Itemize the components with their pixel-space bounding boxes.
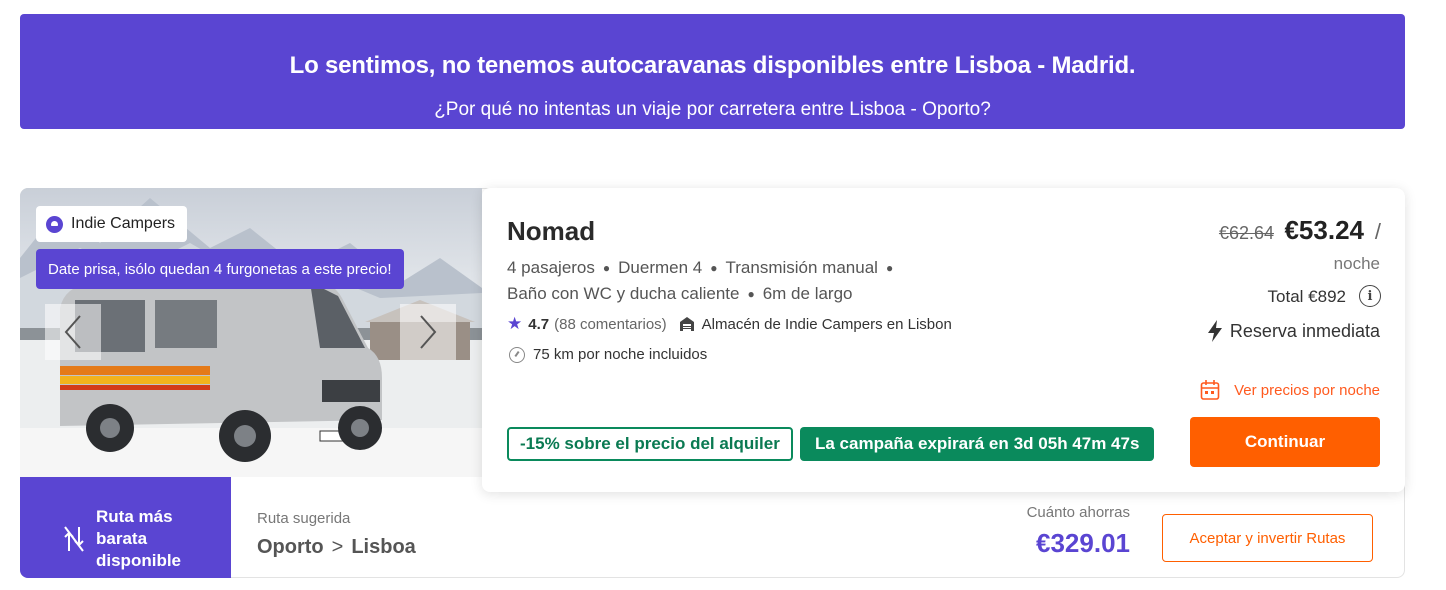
km-row: 75 km por noche incluidos (509, 346, 707, 363)
route-swap-icon (64, 526, 84, 552)
price-unit: noche (1333, 254, 1380, 273)
banner-subtitle: ¿Por qué no intentas un viaje por carret… (434, 99, 991, 120)
star-icon: ★ (507, 314, 523, 333)
discount-badge: -15% sobre el precio del alquiler (507, 427, 793, 461)
price-total: Total €892 (1267, 287, 1346, 306)
instant-booking: Reserva inmediata (1207, 320, 1380, 342)
suggested-route-label: Ruta sugerida (257, 510, 351, 527)
km-included: 75 km por noche incluidos (533, 346, 708, 363)
nightly-prices-label[interactable]: Ver precios por noche (1234, 382, 1380, 399)
continue-button[interactable]: Continuar (1190, 417, 1380, 467)
suggested-route: Oporto > Lisboa (257, 536, 416, 559)
rating-row: ★ 4.7 (88 comentarios) Almacén de Indie … (507, 314, 952, 334)
instant-booking-label: Reserva inmediata (1229, 320, 1380, 341)
accept-reverse-routes-button[interactable]: Aceptar y invertir Rutas (1162, 514, 1373, 562)
photo-prev-button[interactable] (45, 304, 101, 360)
cheapest-route-badge: Ruta más barata disponible (20, 477, 231, 578)
price-slash: / (1374, 219, 1381, 244)
price-current: €53.24 (1284, 215, 1364, 245)
savings-amount: €329.01 (1036, 528, 1130, 558)
campaign-text: La campaña expirará en (815, 434, 1009, 453)
spec-transmission: Transmisión manual (725, 258, 878, 277)
photo-next-button[interactable] (400, 304, 456, 360)
spec-sleeps: Duermen 4 (618, 258, 703, 277)
indie-campers-logo-icon (46, 215, 63, 233)
chevron-left-icon (64, 315, 81, 349)
lightning-icon (1207, 320, 1222, 342)
price-original: €62.64 (1218, 223, 1274, 243)
nightly-prices-link[interactable]: Ver precios por noche (1200, 379, 1380, 401)
vehicle-specs: 4 pasajeros ● Duermen 4 ● Transmisión manual… (507, 258, 894, 304)
banner-title: Lo sentimos, no tenemos autocaravanas di… (289, 52, 1136, 79)
rating-score: 4.7 (528, 315, 550, 333)
gauge-icon (509, 346, 525, 363)
brand-tag: Indie Campers (36, 206, 188, 242)
brand-name: Indie Campers (71, 215, 176, 232)
route-from: Oporto (257, 536, 324, 558)
spec-passengers: 4 pasajeros (507, 258, 595, 277)
spec-bathroom: Baño con WC y ducha caliente (507, 284, 740, 304)
campaign-timer: 3d 05h 47m 47s (1013, 434, 1140, 453)
hurry-tag: Date prisa, isólo quedan 4 furgonetas a … (36, 249, 404, 289)
unavailable-banner: Lo sentimos, no tenemos autocaravanas di… (20, 14, 1405, 129)
depot-name: Almacén de Indie Campers en Lisbon (701, 315, 952, 333)
calendar-icon (1200, 380, 1220, 400)
spec-length: 6m de largo (762, 284, 853, 304)
listing-details: Nomad 4 pasajeros ● Duermen 4 ● Transmisión … (482, 188, 1405, 492)
cheapest-route-text: Ruta más barata disponible (96, 507, 181, 570)
vehicle-model: Nomad (507, 216, 596, 246)
depot-icon (679, 317, 694, 331)
savings-label: Cuánto ahorras (1026, 504, 1130, 521)
route-to: Lisboa (351, 536, 416, 558)
info-icon[interactable]: i (1359, 285, 1381, 307)
campaign-badge: La campaña expirará en 3d 05h 47m 47s (800, 427, 1155, 461)
route-separator: > (331, 536, 344, 558)
chevron-right-icon (420, 315, 437, 349)
review-count[interactable]: (88 comentarios) (554, 316, 667, 333)
